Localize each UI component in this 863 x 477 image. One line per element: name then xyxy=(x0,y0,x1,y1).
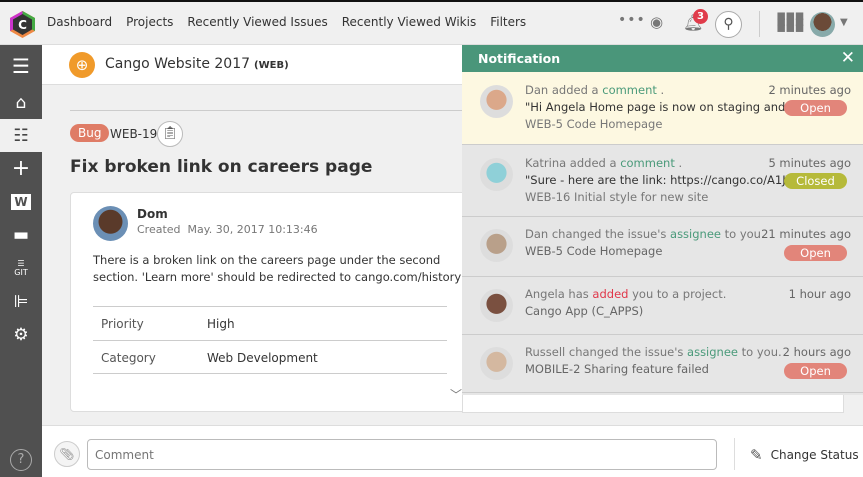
notification-summary: Russell changed the issue's assignee to … xyxy=(525,345,782,359)
notification-summary: Katrina added a comment . xyxy=(525,156,683,170)
notification-detail: MOBILE-2 Sharing feature failed xyxy=(525,362,709,376)
notification-summary: Dan changed the issue's assignee to you. xyxy=(525,227,765,241)
notification-issue: WEB-5 Code Homepage xyxy=(525,117,663,131)
created-date: Created May. 30, 2017 10:13:46 xyxy=(137,223,318,236)
search-icon[interactable]: ⚲ xyxy=(715,11,742,38)
notification-count-badge: 3 xyxy=(693,9,708,24)
wiki-document-icon[interactable]: W xyxy=(0,185,42,218)
gantt-icon[interactable]: ⊫ xyxy=(0,285,42,318)
status-badge: Open xyxy=(784,100,847,116)
comment-input[interactable] xyxy=(87,439,717,470)
nav-filters[interactable]: Filters xyxy=(490,15,526,29)
notification-link[interactable]: comment xyxy=(602,83,657,97)
notification-time: 5 minutes ago xyxy=(768,156,851,170)
chevron-down-icon[interactable]: ﹀ xyxy=(450,386,462,403)
more-icon[interactable]: ••• xyxy=(618,12,646,28)
field-priority: Priority High xyxy=(93,306,447,340)
issue-type-badge: Bug xyxy=(70,124,110,142)
nav-dashboard[interactable]: Dashboard xyxy=(47,15,112,29)
notification-item[interactable]: Dan added a comment . "Hi Angela Home pa… xyxy=(462,72,863,145)
user-avatar[interactable] xyxy=(810,12,835,37)
git-icon[interactable]: ☰ GIT xyxy=(0,251,42,284)
edit-status-icon: ✎ xyxy=(750,446,763,464)
issue-title: Fix broken link on careers page xyxy=(70,157,373,177)
issue-list-icon[interactable]: ☷ xyxy=(0,119,42,152)
main-nav: Dashboard Projects Recently Viewed Issue… xyxy=(47,15,526,29)
nav-projects[interactable]: Projects xyxy=(126,15,173,29)
project-title[interactable]: Cango Website 2017 (WEB) xyxy=(105,56,289,72)
author-name: Dom xyxy=(137,207,168,221)
notification-time: 1 hour ago xyxy=(788,287,851,301)
notification-item[interactable]: Angela has added you to a project. Cango… xyxy=(462,277,863,335)
user-avatar xyxy=(480,347,513,380)
menu-icon[interactable]: ☰ xyxy=(0,49,42,82)
svg-text:C: C xyxy=(18,18,27,32)
status-badge: Open xyxy=(784,363,847,379)
notification-item[interactable]: Katrina added a comment . "Sure - here a… xyxy=(462,145,863,217)
user-avatar xyxy=(480,85,513,118)
status-badge: Closed xyxy=(784,173,847,189)
notification-link[interactable]: assignee xyxy=(687,345,738,359)
project-key: (WEB) xyxy=(254,60,289,71)
notification-item[interactable]: Dan changed the issue's assignee to you.… xyxy=(462,217,863,277)
project-header: ⊕ Cango Website 2017 (WEB) xyxy=(42,45,462,85)
notification-issue: WEB-16 Initial style for new site xyxy=(525,190,709,204)
home-icon[interactable]: ⌂ xyxy=(0,86,42,119)
globe-icon: ⊕ xyxy=(69,52,95,78)
notification-panel: Notification ✕ Dan added a comment . "Hi … xyxy=(462,45,863,395)
user-avatar xyxy=(480,158,513,191)
issue-key: WEB-19 xyxy=(110,127,158,141)
issue-card: Dom Created May. 30, 2017 10:13:46 There… xyxy=(70,192,490,412)
divider xyxy=(734,438,735,470)
notification-title: Notification xyxy=(478,51,561,66)
notification-detail: WEB-5 Code Homepage xyxy=(525,244,663,258)
change-status-button[interactable]: ✎ Change Status xyxy=(750,446,859,464)
notification-detail: "Sure - here are the link: https://cango… xyxy=(525,173,814,187)
status-badge: Open xyxy=(784,245,847,261)
divider xyxy=(70,110,462,111)
notification-detail: "Hi Angela Home page is now on staging a… xyxy=(525,100,812,114)
author-avatar xyxy=(93,206,128,241)
notification-header: Notification ✕ xyxy=(462,45,863,72)
close-icon[interactable]: ✕ xyxy=(841,48,855,68)
nav-recent-issues[interactable]: Recently Viewed Issues xyxy=(187,15,327,29)
user-avatar xyxy=(480,289,513,322)
notification-detail: Cango App (C_APPS) xyxy=(525,304,644,318)
divider xyxy=(759,11,760,37)
notification-link[interactable]: assignee xyxy=(670,227,721,241)
clipboard-icon[interactable]: 📋︎ xyxy=(157,121,183,147)
top-bar: C Dashboard Projects Recently Viewed Iss… xyxy=(0,0,863,45)
folder-network-icon[interactable]: ▬ xyxy=(0,218,42,251)
notification-link[interactable]: added xyxy=(592,287,628,301)
add-icon[interactable]: + xyxy=(0,152,42,185)
notification-summary: Dan added a comment . xyxy=(525,83,665,97)
comment-bar: 📎︎ ✎Change Status xyxy=(42,425,863,477)
notification-time: 2 hours ago xyxy=(782,345,851,359)
issue-description: There is a broken link on the careers pa… xyxy=(93,253,462,284)
notification-summary: Angela has added you to a project. xyxy=(525,287,727,301)
settings-gear-icon[interactable]: ⚙ xyxy=(0,318,42,351)
nav-recent-wikis[interactable]: Recently Viewed Wikis xyxy=(342,15,476,29)
field-category: Category Web Development xyxy=(93,340,447,374)
cango-logo[interactable]: C xyxy=(10,11,35,38)
notification-time: 21 minutes ago xyxy=(761,227,851,241)
notification-link[interactable]: comment xyxy=(620,156,675,170)
sidebar: ☰ ⌂ ☷ + W ▬ ☰ GIT ⊫ ⚙ ? xyxy=(0,45,42,477)
help-icon[interactable]: ? xyxy=(10,448,32,471)
chevron-down-icon[interactable]: ▼ xyxy=(840,17,848,28)
user-avatar xyxy=(480,229,513,262)
eye-icon[interactable]: ◉ xyxy=(650,13,663,31)
notification-time: 2 minutes ago xyxy=(768,83,851,97)
panel-footer xyxy=(462,395,844,413)
attachment-icon[interactable]: 📎︎ xyxy=(54,441,80,467)
notification-item[interactable]: Russell changed the issue's assignee to … xyxy=(462,335,863,393)
apps-grid-icon[interactable]: ▪▪▪ ▪▪▪ ▪▪▪ xyxy=(776,8,805,35)
